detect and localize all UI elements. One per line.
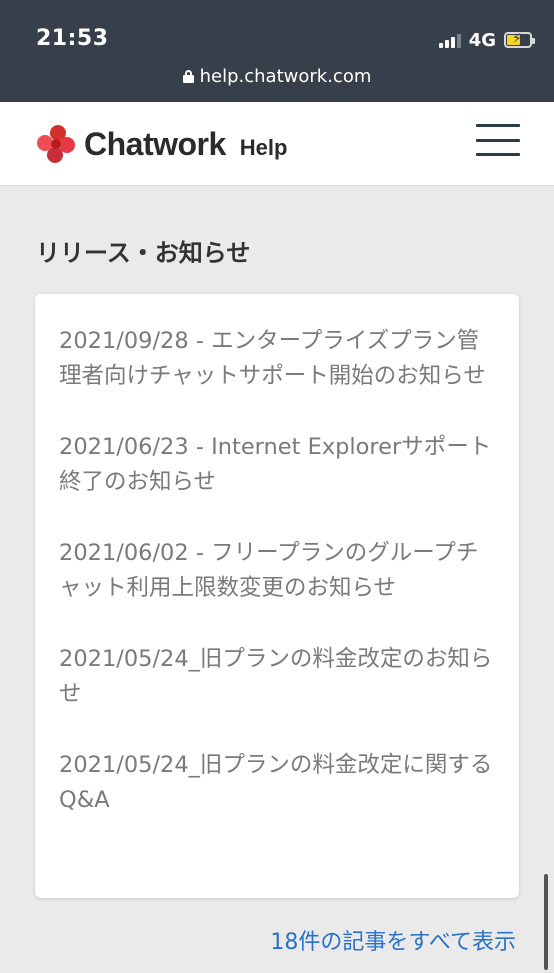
chatwork-logo-icon	[37, 125, 75, 163]
brand-suffix: Help	[239, 135, 288, 160]
network-type: 4G	[468, 29, 496, 51]
site-header: Chatwork Help	[0, 102, 554, 186]
signal-strength-icon	[438, 32, 461, 48]
article-list: 2021/09/28 - エンタープライズプラン管理者向けチャットサポート開始の…	[35, 294, 519, 898]
article-link[interactable]: 2021/09/28 - エンタープライズプラン管理者向けチャットサポート開始の…	[59, 324, 495, 394]
scrollbar[interactable]	[544, 874, 548, 970]
article-link[interactable]: 2021/06/02 - フリープランのグループチャット利用上限数変更のお知らせ	[59, 536, 495, 606]
article-link[interactable]: 2021/05/24_旧プランの料金改定に関するQ&A	[59, 748, 495, 818]
charging-icon: ⚡	[512, 31, 522, 47]
article-link[interactable]: 2021/06/23 - Internet Explorerサポート終了のお知ら…	[59, 430, 495, 500]
battery-icon: ⚡	[504, 31, 535, 48]
url-text: help.chatwork.com	[199, 66, 372, 87]
address-bar[interactable]: help.chatwork.com	[0, 66, 554, 87]
status-bar: 21:53 4G ⚡ help.chatwork.com	[0, 0, 554, 102]
section-title: リリース・お知らせ	[36, 239, 251, 267]
hamburger-menu-icon[interactable]	[476, 122, 520, 158]
view-all-articles-link[interactable]: 18件の記事をすべて表示	[270, 924, 516, 956]
status-time: 21:53	[36, 26, 109, 51]
status-indicators: 4G ⚡	[438, 28, 535, 52]
chatwork-logo[interactable]: Chatwork Help	[34, 122, 287, 166]
article-link[interactable]: 2021/05/24_旧プランの料金改定のお知らせ	[59, 642, 495, 712]
lock-icon	[182, 70, 194, 83]
brand-name: Chatwork	[84, 125, 226, 162]
